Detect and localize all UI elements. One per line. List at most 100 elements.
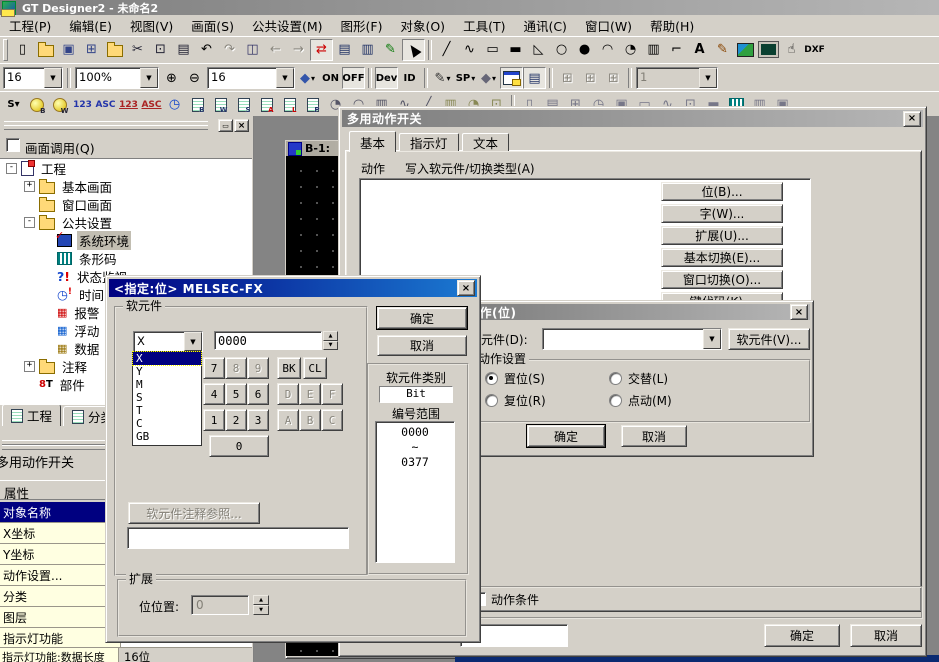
key-3[interactable]: 3 bbox=[247, 409, 269, 431]
device-dialog-titlebar[interactable]: <指定:位> MELSEC-FX × bbox=[109, 279, 477, 297]
device-type-combo[interactable]: X ▼ bbox=[133, 331, 203, 352]
device-number-spinner[interactable]: ▲ ▼ bbox=[323, 331, 338, 350]
touch-tool[interactable]: ☝ bbox=[780, 39, 803, 61]
sp-display-button[interactable]: SP▾ bbox=[454, 67, 477, 89]
menu-help[interactable]: 帮助(H) bbox=[641, 14, 703, 37]
key-D[interactable]: D bbox=[277, 383, 299, 405]
extended-button[interactable]: 扩展(U)... bbox=[661, 226, 783, 245]
lamp-word-button[interactable]: W bbox=[48, 94, 71, 116]
device-list-item-M[interactable]: M bbox=[133, 378, 201, 391]
switch-object-button[interactable]: S▾ bbox=[2, 94, 25, 116]
circle-tool[interactable]: ○ bbox=[550, 39, 573, 61]
panel-grip2[interactable] bbox=[4, 125, 208, 130]
bit-position-spinner[interactable]: ▲ ▼ bbox=[253, 595, 269, 615]
polygon-tool[interactable]: ◺ bbox=[527, 39, 550, 61]
device-comment-field[interactable] bbox=[127, 527, 349, 549]
screen-jump-button[interactable]: ⇄ bbox=[310, 39, 333, 61]
key-A[interactable]: A bbox=[277, 409, 299, 431]
tab-text[interactable]: 文本 bbox=[462, 133, 509, 151]
layer-front-button[interactable]: ⊞ bbox=[556, 67, 579, 89]
key-C[interactable]: C bbox=[321, 409, 343, 431]
open-project-button[interactable] bbox=[34, 39, 57, 61]
new-file-button[interactable]: ▯ bbox=[11, 39, 34, 61]
screen-call-tool[interactable] bbox=[757, 39, 780, 61]
zoom-out-button[interactable]: ⊖ bbox=[183, 67, 206, 89]
multi-dialog-close-icon[interactable]: × bbox=[903, 111, 921, 127]
save-project-button[interactable]: ▣ bbox=[57, 39, 80, 61]
key-6[interactable]: 6 bbox=[247, 383, 269, 405]
device-list-item-Y[interactable]: Y bbox=[133, 365, 201, 378]
bit-device-combo[interactable]: ▼ bbox=[542, 328, 722, 350]
alarm-list-button[interactable]: L bbox=[278, 94, 301, 116]
key-7[interactable]: 7 bbox=[203, 357, 225, 379]
bit-ok-button[interactable]: 确定 bbox=[527, 425, 605, 447]
comment-bit-button[interactable]: B bbox=[186, 94, 209, 116]
tree-system-env[interactable]: 系统环境 bbox=[0, 231, 252, 249]
screen-image-list-button[interactable]: ▥ bbox=[356, 39, 379, 61]
screen-folder-button[interactable] bbox=[103, 39, 126, 61]
multi-ok-button[interactable]: 确定 bbox=[764, 624, 840, 647]
chevron-down-icon[interactable]: ▼ bbox=[276, 68, 294, 88]
image-tool[interactable] bbox=[734, 39, 757, 61]
tab-basic[interactable]: 基本 bbox=[349, 131, 396, 152]
expand-icon[interactable]: + bbox=[24, 361, 35, 372]
polyline-tool[interactable]: ∿ bbox=[458, 39, 481, 61]
panel-close-button[interactable]: × bbox=[234, 119, 249, 132]
device-cancel-button[interactable]: 取消 bbox=[377, 335, 467, 356]
radio-reset[interactable] bbox=[485, 394, 498, 407]
bit-cancel-button[interactable]: 取消 bbox=[621, 425, 687, 447]
zoom-combo[interactable]: 100%▼ bbox=[75, 67, 159, 89]
menu-project[interactable]: 工程(P) bbox=[0, 14, 60, 37]
chevron-down-icon[interactable]: ▾ bbox=[492, 74, 496, 83]
menu-figure[interactable]: 图形(F) bbox=[332, 14, 392, 37]
select-mode-button[interactable] bbox=[402, 39, 425, 61]
window-titlebar[interactable]: GT Designer2 - 未命名2 bbox=[0, 0, 939, 15]
menu-screen[interactable]: 画面(S) bbox=[182, 14, 243, 37]
radio-momentary[interactable] bbox=[609, 394, 622, 407]
multi-dialog-titlebar[interactable]: 多用动作开关 × bbox=[342, 110, 923, 127]
panel-restore-button[interactable]: ▭ bbox=[218, 119, 233, 132]
menu-view[interactable]: 视图(V) bbox=[121, 14, 182, 37]
copy-screen-button[interactable]: ⊞ bbox=[80, 39, 103, 61]
sector-tool[interactable]: ◔ bbox=[619, 39, 642, 61]
filled-circle-tool[interactable]: ● bbox=[573, 39, 596, 61]
parts-display-button[interactable]: P bbox=[301, 94, 324, 116]
device-list-item-C[interactable]: C bbox=[133, 417, 201, 430]
arc-tool[interactable]: ◠ bbox=[596, 39, 619, 61]
device-display-button[interactable]: Dev bbox=[375, 67, 398, 89]
base-switch-button[interactable]: 基本切换(E)... bbox=[661, 248, 783, 267]
paint-tool[interactable]: ✎ bbox=[711, 39, 734, 61]
numeric-input-button[interactable]: 123 bbox=[117, 94, 140, 116]
chevron-down-icon[interactable]: ▾ bbox=[446, 74, 450, 83]
tree-window-screens[interactable]: 窗口画面 bbox=[0, 195, 252, 213]
tab-project[interactable]: 工程 bbox=[2, 404, 61, 426]
bit-button[interactable]: 位(B)... bbox=[661, 182, 783, 201]
key-2[interactable]: 2 bbox=[225, 409, 247, 431]
device-list-item-X[interactable]: X bbox=[133, 352, 201, 365]
id-display-button[interactable]: ID bbox=[398, 67, 421, 89]
lamp-bit-button[interactable]: B bbox=[25, 94, 48, 116]
key-5[interactable]: 5 bbox=[225, 383, 247, 405]
object-list-button[interactable]: ▤ bbox=[523, 67, 546, 89]
menu-window[interactable]: 窗口(W) bbox=[576, 14, 641, 37]
menu-comm[interactable]: 通讯(C) bbox=[514, 14, 575, 37]
screen-call-checkbox[interactable] bbox=[6, 138, 20, 152]
chevron-down-icon[interactable]: ▾ bbox=[311, 74, 315, 83]
filled-rect-tool[interactable]: ▬ bbox=[504, 39, 527, 61]
key-0[interactable]: 0 bbox=[209, 435, 269, 457]
bit-device-button[interactable]: 软元件(V)... bbox=[728, 328, 810, 350]
paste-button[interactable]: ▤ bbox=[172, 39, 195, 61]
chevron-down-icon[interactable]: ▾ bbox=[471, 74, 475, 83]
ascii-input-button[interactable]: ASC bbox=[140, 94, 163, 116]
chevron-down-icon[interactable]: ▼ bbox=[184, 332, 202, 351]
window-switch-button[interactable]: 窗口切换(O)... bbox=[661, 270, 783, 289]
word-button[interactable]: 字(W)... bbox=[661, 204, 783, 223]
data-view-button[interactable]: ▤ bbox=[333, 39, 356, 61]
redo-button[interactable]: ↷ bbox=[218, 39, 241, 61]
collapse-icon[interactable]: - bbox=[6, 163, 17, 174]
layer-back-button[interactable]: ⊞ bbox=[602, 67, 625, 89]
zoom-in-button[interactable]: ⊕ bbox=[160, 67, 183, 89]
grid-color-button[interactable]: ◆▾ bbox=[296, 67, 319, 89]
collapse-icon[interactable]: - bbox=[24, 217, 35, 228]
device-comment-button[interactable]: 软元件注释参照... bbox=[128, 502, 260, 524]
